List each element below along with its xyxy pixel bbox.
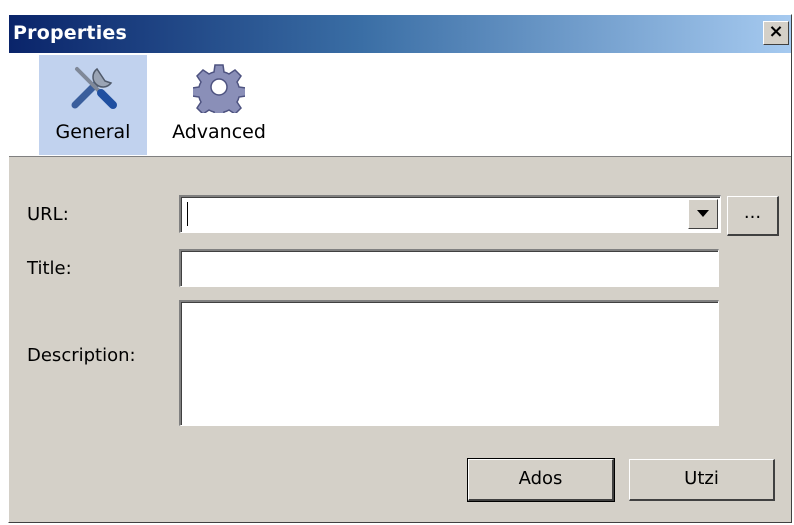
tab-general-label: General (55, 121, 131, 143)
title-bar[interactable]: Properties × (9, 15, 791, 53)
tools-icon (71, 67, 117, 109)
close-icon: × (768, 21, 784, 42)
ok-button[interactable]: Ados (468, 459, 614, 501)
text-caret (187, 202, 188, 226)
description-label: Description: (27, 345, 136, 366)
title-input[interactable] (179, 249, 719, 287)
window-title: Properties (13, 22, 127, 44)
gear-icon (193, 64, 245, 113)
cancel-button[interactable]: Utzi (629, 459, 775, 501)
tab-advanced-label: Advanced (172, 121, 266, 143)
tab-general[interactable]: General (39, 55, 147, 155)
url-dropdown-button[interactable] (688, 199, 718, 229)
close-button[interactable]: × (763, 21, 789, 45)
description-textarea[interactable] (179, 300, 719, 426)
url-label: URL: (27, 204, 69, 225)
browse-button[interactable]: ... (727, 196, 779, 236)
tab-toolbar: General Advanced (9, 53, 791, 157)
url-combobox[interactable] (179, 195, 721, 233)
properties-dialog: Properties × General Advanced URL: ... T… (8, 14, 792, 523)
tab-advanced[interactable]: Advanced (167, 55, 271, 155)
title-label: Title: (27, 258, 72, 279)
chevron-down-icon (697, 210, 709, 217)
